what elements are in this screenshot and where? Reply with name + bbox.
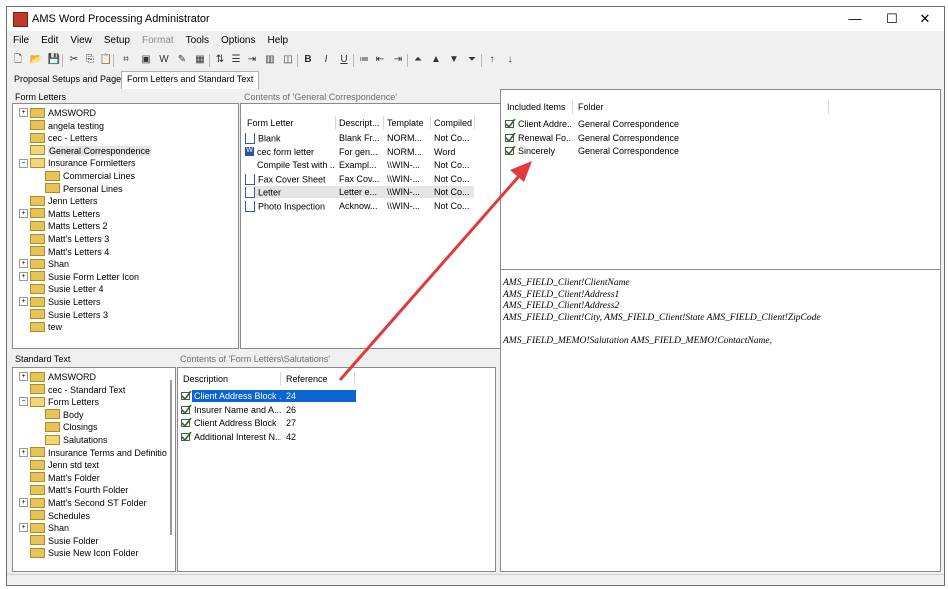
annotation-arrow-head (510, 161, 532, 182)
annotation-arrow-line (338, 174, 522, 381)
annotation-arrow-layer (338, 161, 532, 381)
